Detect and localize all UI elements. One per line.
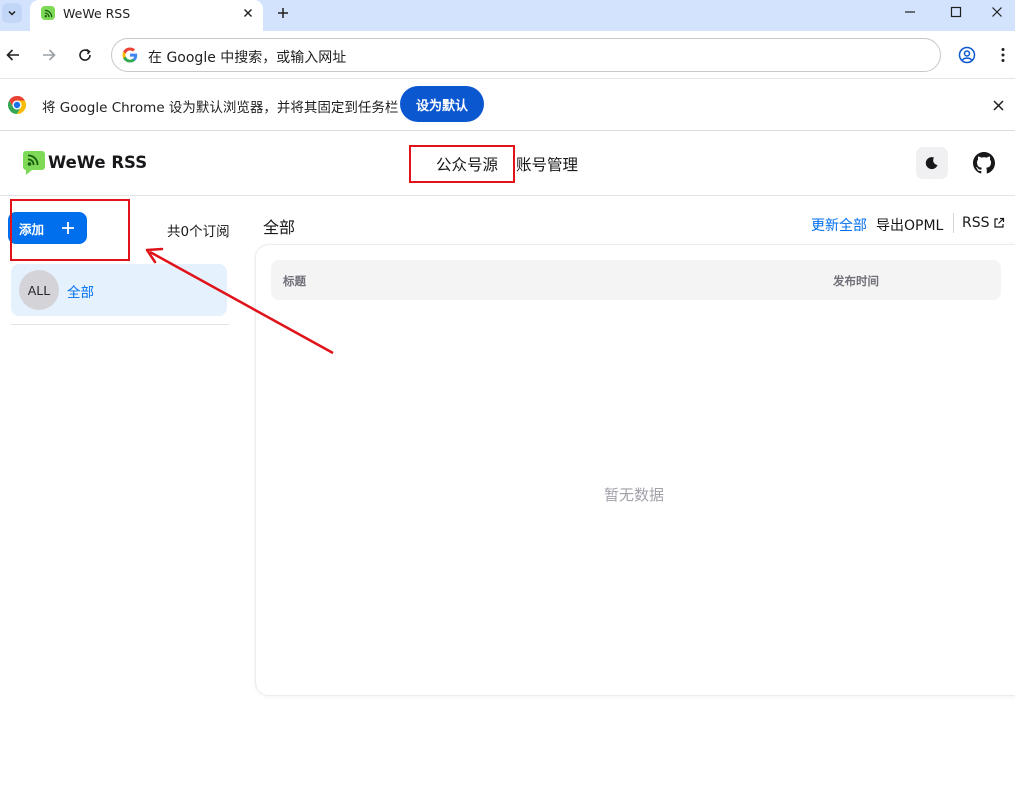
arrow-left-icon (6, 49, 19, 61)
subscription-count: 共0个订阅 (167, 224, 230, 240)
tab-title: WeWe RSS (63, 6, 131, 21)
table-body: 暂无数据 (255, 0, 1015, 793)
feed-item-label: 全部 (67, 285, 94, 301)
sidebar-divider (11, 324, 229, 325)
arrow-right-icon (43, 49, 56, 61)
annotation-highlight-box (10, 199, 130, 261)
wewe-rss-logo-icon (23, 151, 45, 175)
rss-favicon-icon (41, 6, 55, 20)
avatar: ALL (19, 270, 59, 310)
tab-close-button[interactable] (240, 5, 256, 21)
close-icon (244, 9, 252, 17)
tab-search-button[interactable] (2, 3, 22, 23)
empty-state-text: 暂无数据 (604, 486, 665, 504)
forward-button[interactable] (39, 45, 59, 65)
chevron-down-icon (8, 10, 16, 16)
brand-name: WeWe RSS (48, 153, 148, 172)
feed-item-all[interactable]: ALL 全部 (11, 264, 227, 316)
browser-tab-active[interactable]: WeWe RSS (30, 0, 263, 31)
reload-button[interactable] (75, 45, 95, 65)
chrome-logo-icon (7, 96, 27, 114)
back-button[interactable] (3, 45, 23, 65)
reload-icon (79, 48, 91, 61)
google-g-icon (122, 47, 138, 63)
